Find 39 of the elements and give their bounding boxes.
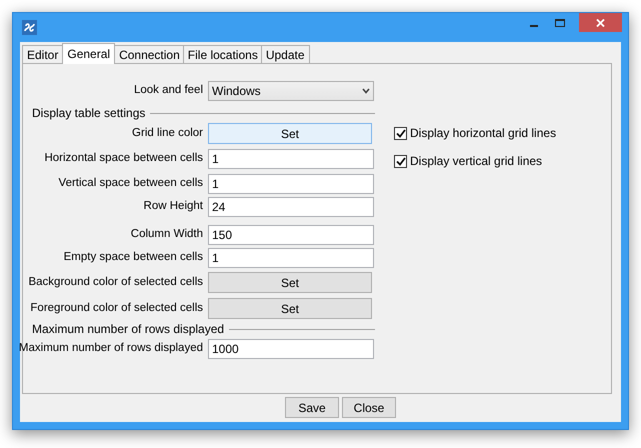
- set-button[interactable]: Set: [208, 272, 372, 293]
- dialog-button[interactable]: Save: [285, 397, 339, 418]
- tab[interactable]: Editor: [22, 45, 64, 63]
- field-label: Grid line color: [132, 126, 203, 141]
- checkbox-label: Display horizontal grid lines: [410, 125, 556, 142]
- checkmark-icon: [396, 128, 406, 138]
- checkbox-label: Display vertical grid lines: [410, 153, 542, 170]
- close-button[interactable]: [579, 13, 622, 32]
- input-field[interactable]: 1: [208, 149, 374, 169]
- set-button[interactable]: Set: [208, 123, 372, 144]
- field-label: Background color of selected cells: [28, 274, 203, 290]
- app-logo-icon: [22, 20, 37, 35]
- close-icon: [596, 18, 605, 26]
- checkmark-icon: [396, 156, 406, 166]
- field-label: Foreground color of selected cells: [30, 300, 203, 316]
- field-label: Vertical space between cells: [58, 176, 203, 192]
- section-heading: Display table settings: [32, 105, 146, 122]
- input-field[interactable]: 1: [208, 248, 374, 268]
- input-field[interactable]: 1: [208, 174, 374, 194]
- input-field[interactable]: 1000: [208, 339, 374, 359]
- chevron-down-icon: [362, 88, 370, 94]
- field-label: Empty space between cells: [64, 250, 203, 266]
- field-label: Horizontal space between cells: [44, 151, 203, 166]
- minimize-icon: [530, 25, 538, 27]
- section-heading: Maximum number of rows displayed: [32, 321, 224, 338]
- tab[interactable]: Update: [260, 45, 310, 63]
- field-label: Look and feel: [134, 83, 203, 98]
- tab[interactable]: File locations: [182, 45, 263, 63]
- set-button[interactable]: Set: [208, 298, 372, 319]
- tab[interactable]: General: [62, 43, 116, 64]
- input-field[interactable]: 150: [208, 225, 374, 245]
- maximize-icon: [555, 19, 565, 27]
- look-and-feel-dropdown[interactable]: Windows: [208, 81, 374, 101]
- checkbox[interactable]: [394, 154, 407, 168]
- dialog-button[interactable]: Close: [342, 397, 396, 418]
- field-label: Row Height: [144, 199, 203, 214]
- input-field[interactable]: 24: [208, 197, 374, 217]
- checkbox[interactable]: [394, 126, 407, 140]
- field-label: Column Width: [130, 227, 203, 242]
